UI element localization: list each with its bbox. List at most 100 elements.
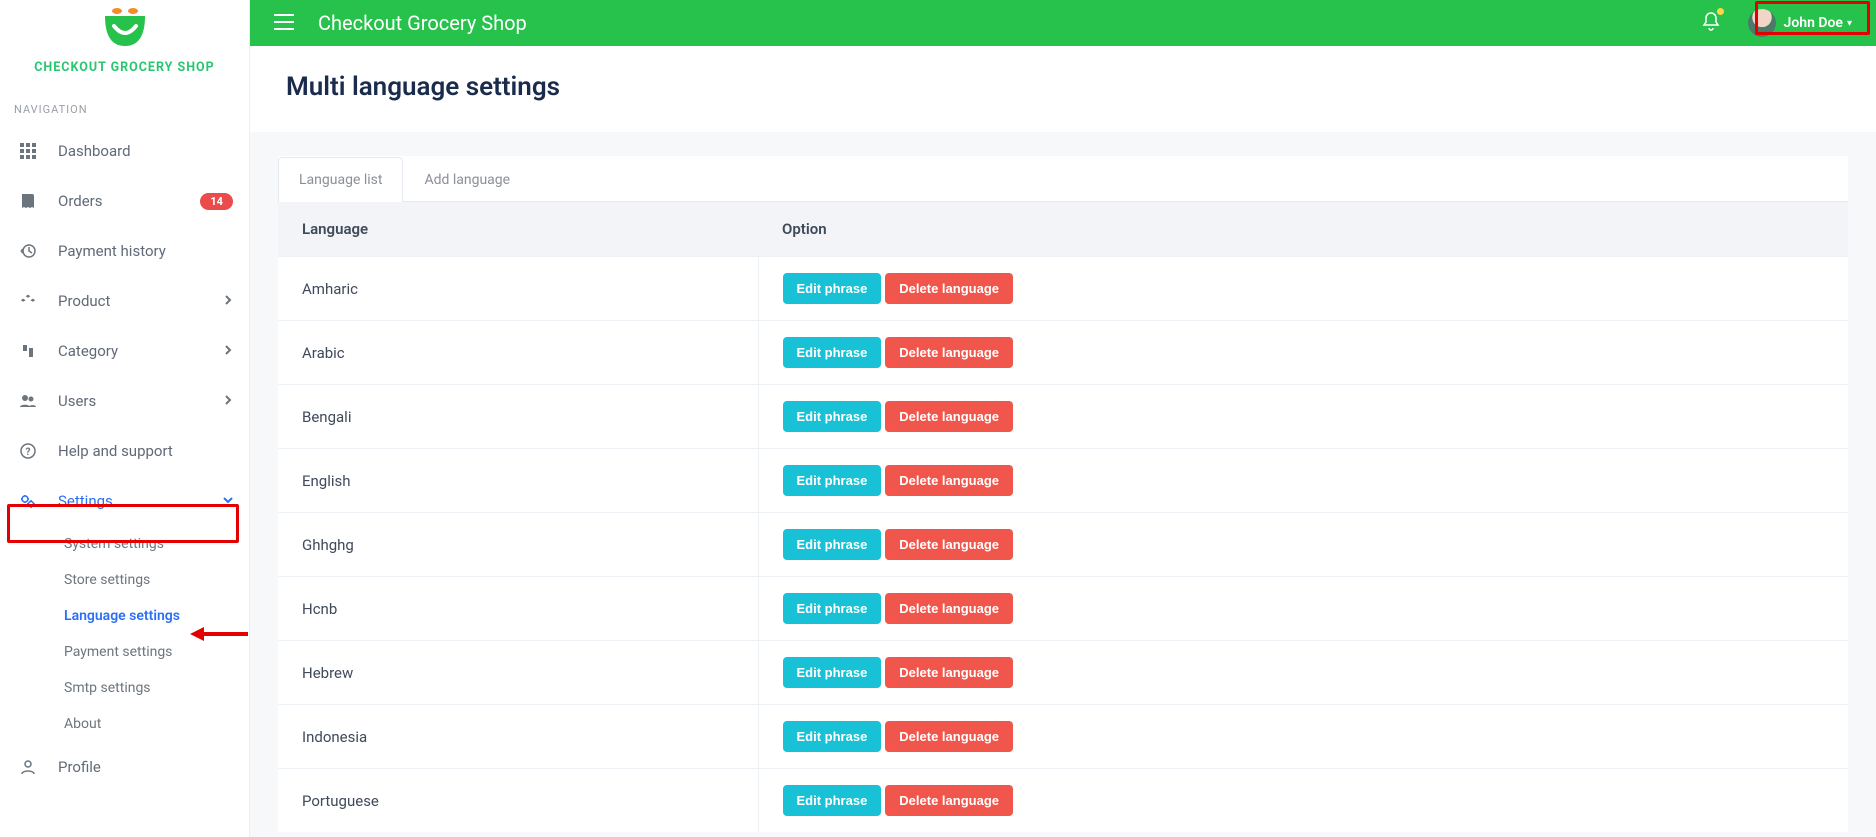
subnav-system-settings[interactable]: System settings [64,526,249,562]
category-icon [16,343,40,359]
edit-phrase-button[interactable]: Edit phrase [783,785,882,816]
language-cell: Amharic [278,257,758,321]
edit-phrase-button[interactable]: Edit phrase [783,337,882,368]
tab-add-language[interactable]: Add language [403,157,531,202]
avatar [1748,9,1776,37]
subnav-about[interactable]: About [64,706,249,742]
table-row: BengaliEdit phraseDelete language [278,385,1848,449]
delete-language-button[interactable]: Delete language [885,657,1013,688]
table-row: EnglishEdit phraseDelete language [278,449,1848,513]
username: John Doe [1784,15,1843,31]
option-cell: Edit phraseDelete language [758,641,1848,705]
option-cell: Edit phraseDelete language [758,385,1848,449]
delete-language-button[interactable]: Delete language [885,785,1013,816]
topbar: Checkout Grocery Shop John Doe ▾ [250,0,1876,46]
notification-dot-icon [1717,8,1724,15]
orders-badge: 14 [200,193,233,210]
brand-name: CHECKOUT GROCERY SHOP [0,60,249,75]
brand-logo-icon [0,6,249,50]
subnav-language-settings[interactable]: Language settings [64,598,249,634]
grid-icon [16,143,40,159]
tab-language-list[interactable]: Language list [278,157,403,202]
edit-phrase-button[interactable]: Edit phrase [783,657,882,688]
col-option: Option [758,202,1848,257]
option-cell: Edit phraseDelete language [758,257,1848,321]
table-row: GhhghgEdit phraseDelete language [278,513,1848,577]
edit-phrase-button[interactable]: Edit phrase [783,465,882,496]
users-icon [16,393,40,409]
language-cell: English [278,449,758,513]
delete-language-button[interactable]: Delete language [885,465,1013,496]
sidebar-item-label: Help and support [58,442,233,460]
delete-language-button[interactable]: Delete language [885,721,1013,752]
sidebar-item-help[interactable]: ? Help and support [0,426,249,476]
cubes-icon [16,293,40,309]
table-row: Portuguese Edit phraseDelete language [278,769,1848,833]
svg-text:?: ? [26,447,31,458]
option-cell: Edit phraseDelete language [758,513,1848,577]
caret-down-icon: ▾ [1847,18,1852,29]
sidebar-item-label: Profile [58,758,233,776]
col-language: Language [278,202,758,257]
subnav-payment-settings[interactable]: Payment settings [64,634,249,670]
tabs: Language list Add language [278,156,1848,202]
sidebar-item-users[interactable]: Users [0,376,249,426]
table-row: HcnbEdit phraseDelete language [278,577,1848,641]
table-row: HebrewEdit phraseDelete language [278,641,1848,705]
table-row: ArabicEdit phraseDelete language [278,321,1848,385]
sidebar-item-label: Payment history [58,242,233,260]
edit-phrase-button[interactable]: Edit phrase [783,529,882,560]
chevron-right-icon [223,343,233,359]
edit-phrase-button[interactable]: Edit phrase [783,721,882,752]
delete-language-button[interactable]: Delete language [885,529,1013,560]
option-cell: Edit phraseDelete language [758,321,1848,385]
hamburger-icon[interactable] [274,11,294,35]
book-icon [16,193,40,209]
option-cell: Edit phraseDelete language [758,449,1848,513]
sidebar: CHECKOUT GROCERY SHOP NAVIGATION Dashboa… [0,0,250,837]
sidebar-item-label: Product [58,292,223,310]
brand-block: CHECKOUT GROCERY SHOP [0,0,249,85]
sidebar-item-label: Settings [58,492,223,510]
table-row: IndonesiaEdit phraseDelete language [278,705,1848,769]
delete-language-button[interactable]: Delete language [885,593,1013,624]
user-icon [16,759,40,775]
edit-phrase-button[interactable]: Edit phrase [783,593,882,624]
edit-phrase-button[interactable]: Edit phrase [783,273,882,304]
chevron-right-icon [223,393,233,409]
option-cell: Edit phraseDelete language [758,705,1848,769]
delete-language-button[interactable]: Delete language [885,401,1013,432]
notification-bell[interactable] [1702,11,1720,35]
language-cell: Bengali [278,385,758,449]
language-cell: Portuguese [278,769,758,833]
language-cell: Indonesia [278,705,758,769]
delete-language-button[interactable]: Delete language [885,337,1013,368]
app-title: Checkout Grocery Shop [318,11,1702,35]
chevron-right-icon [223,293,233,309]
language-cell: Arabic [278,321,758,385]
sidebar-item-settings[interactable]: Settings [0,476,249,526]
table-row: AmharicEdit phraseDelete language [278,257,1848,321]
page-title: Multi language settings [286,72,1840,102]
option-cell: Edit phraseDelete language [758,577,1848,641]
settings-submenu: System settings Store settings Language … [0,526,249,742]
sidebar-item-product[interactable]: Product [0,276,249,326]
delete-language-button[interactable]: Delete language [885,273,1013,304]
language-table: Language Option AmharicEdit phraseDelete… [278,202,1848,832]
page-header: Multi language settings [250,46,1876,132]
question-icon: ? [16,443,40,459]
language-card: Language list Add language Language Opti… [278,156,1848,832]
subnav-smtp-settings[interactable]: Smtp settings [64,670,249,706]
language-cell: Hebrew [278,641,758,705]
sidebar-item-profile[interactable]: Profile [0,742,249,792]
sidebar-item-dashboard[interactable]: Dashboard [0,126,249,176]
history-icon [16,243,40,259]
sidebar-item-payment-history[interactable]: Payment history [0,226,249,276]
subnav-store-settings[interactable]: Store settings [64,562,249,598]
sidebar-item-label: Category [58,342,223,360]
sidebar-item-category[interactable]: Category [0,326,249,376]
sidebar-item-orders[interactable]: Orders 14 [0,176,249,226]
user-menu[interactable]: John Doe ▾ [1748,9,1852,37]
sidebar-item-label: Orders [58,192,200,210]
edit-phrase-button[interactable]: Edit phrase [783,401,882,432]
